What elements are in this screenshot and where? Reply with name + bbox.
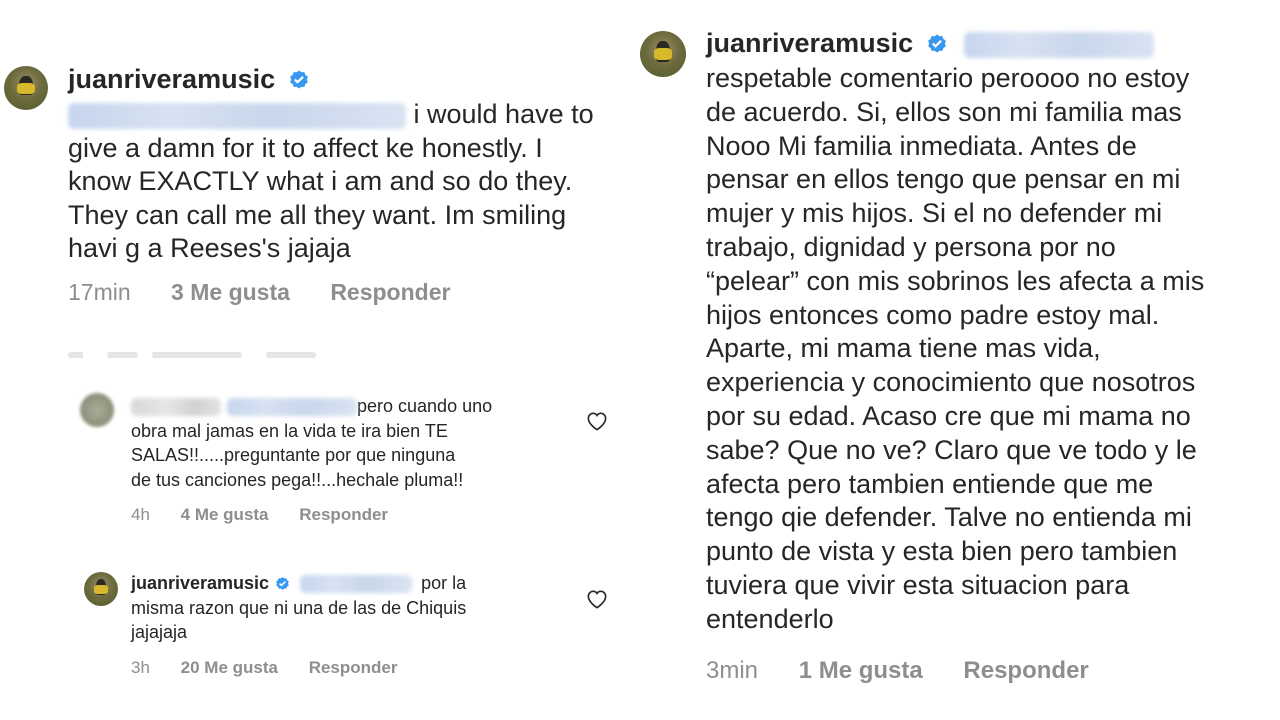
comment-line: respetable comentario peroooo no estoy [706,63,1190,93]
heart-icon[interactable] [586,411,608,431]
reply-button[interactable]: Responder [309,658,398,678]
likes-count[interactable]: 3 Me gusta [171,279,290,306]
avatar[interactable] [84,572,118,606]
comment-meta: 3min 1 Me gusta Responder [706,657,1089,685]
comment-line: tuviera que vivir esta situacion para [706,569,1130,600]
cropped-previous-content: ··· ·· ·· · · [140,0,360,8]
right-screenshot-panel: juanriveramusic respetable comentario pe… [640,0,1280,720]
comment-line: “pelear” con mis sobrinos les afecta a m… [706,265,1205,296]
comment-line: punto de vista y esta bien pero tambien [706,536,1178,567]
likes-count[interactable]: 4 Me gusta [181,505,269,525]
comment-text: juanriveramusic por la misma razon que n… [131,571,466,645]
comment-line: de tus canciones pega!!...hechale pluma!… [131,469,464,490]
comment-line: pero cuando uno [357,396,493,416]
comment-line: experiencia y conocimiento que nosotros [706,367,1196,398]
likes-count[interactable]: 1 Me gusta [799,657,923,685]
comment-time: 17min [68,279,131,305]
comment-line: trabajo, dignidad y persona por no [706,231,1116,262]
comment-line: mujer y mis hijos. Si el no defender mi [706,198,1163,229]
comment-text: pero cuando uno obra mal jamas en la vid… [131,394,492,492]
verified-badge-icon [276,576,289,590]
comment-line: afecta pero tambien entiende que me [706,468,1154,499]
username-link[interactable]: juanriveramusic [68,64,275,94]
comment-line: SALAS!!.....preguntante por que ninguna [131,445,456,465]
blurred-mention [68,102,406,129]
comment-meta: 4h 4 Me gusta Responder [131,505,388,525]
comment-line: i would have to [406,99,594,129]
blurred-mention [964,31,1155,58]
verified-badge-icon [289,70,308,89]
likes-count[interactable]: 20 Me gusta [181,658,278,678]
comment-line: sabe? Que no ve? Claro que ve todo y le [706,434,1197,465]
reply-button[interactable]: Responder [330,279,450,306]
comment-line: de acuerdo. Si, ellos son mi familia mas [706,96,1182,127]
comment-line: misma razon que ni una de las de Chiquis [131,597,467,618]
avatar[interactable] [80,393,114,427]
view-replies-line[interactable] [68,352,316,358]
comment-time: 3h [131,658,150,677]
comment-line: know EXACTLY what i am and so do they. [68,166,573,196]
blurred-username [131,398,221,417]
comment-time: 3min [706,657,759,684]
comment-line: They can call me all they want. Im smili… [68,199,567,230]
left-screenshot-panel: ··· ·· ·· · · juanriveramusic i would ha… [0,0,640,720]
comment-header: juanriveramusic [706,28,1155,59]
username-link[interactable]: juanriveramusic [706,28,913,58]
comment-text: respetable comentario peroooo no estoy d… [706,62,1204,637]
comment-line: Nooo Mi familia inmediata. Antes de [706,130,1137,161]
comment-line: entenderlo [706,603,834,634]
comment-line: obra mal jamas en la vida te ira bien TE [131,420,448,441]
comment-line: pensar en ellos tengo que pensar en mi [706,164,1181,195]
comment-text: i would have to give a damn for it to af… [68,98,594,266]
heart-icon[interactable] [586,589,608,609]
comment-line: por la [421,573,467,593]
comment-meta: 17min 3 Me gusta Responder [68,279,450,306]
comment-meta: 3h 20 Me gusta Responder [131,658,398,678]
blurred-mention [227,398,357,417]
comment-line: por su edad. Acaso cre que mi mama no [706,400,1191,431]
comment-line: tengo qie defender. Talve no entienda mi [706,502,1192,533]
comment-line: hijos entonces como padre estoy mal. [706,299,1160,330]
comment-header: juanriveramusic [68,64,311,95]
avatar[interactable] [640,31,686,77]
comment-time: 4h [131,505,150,524]
username-link[interactable]: juanriveramusic [131,573,269,593]
blurred-mention [300,575,413,594]
avatar[interactable] [4,66,48,110]
comment-line: havi g a Reeses's jajaja [68,233,351,263]
comment-line: give a damn for it to affect ke honestly… [68,132,543,163]
comment-line: Aparte, mi mama tiene mas vida, [706,333,1101,364]
comment-line: jajajaja [131,622,188,642]
reply-button[interactable]: Responder [299,505,388,525]
reply-button[interactable]: Responder [963,657,1088,685]
verified-badge-icon [927,34,946,53]
